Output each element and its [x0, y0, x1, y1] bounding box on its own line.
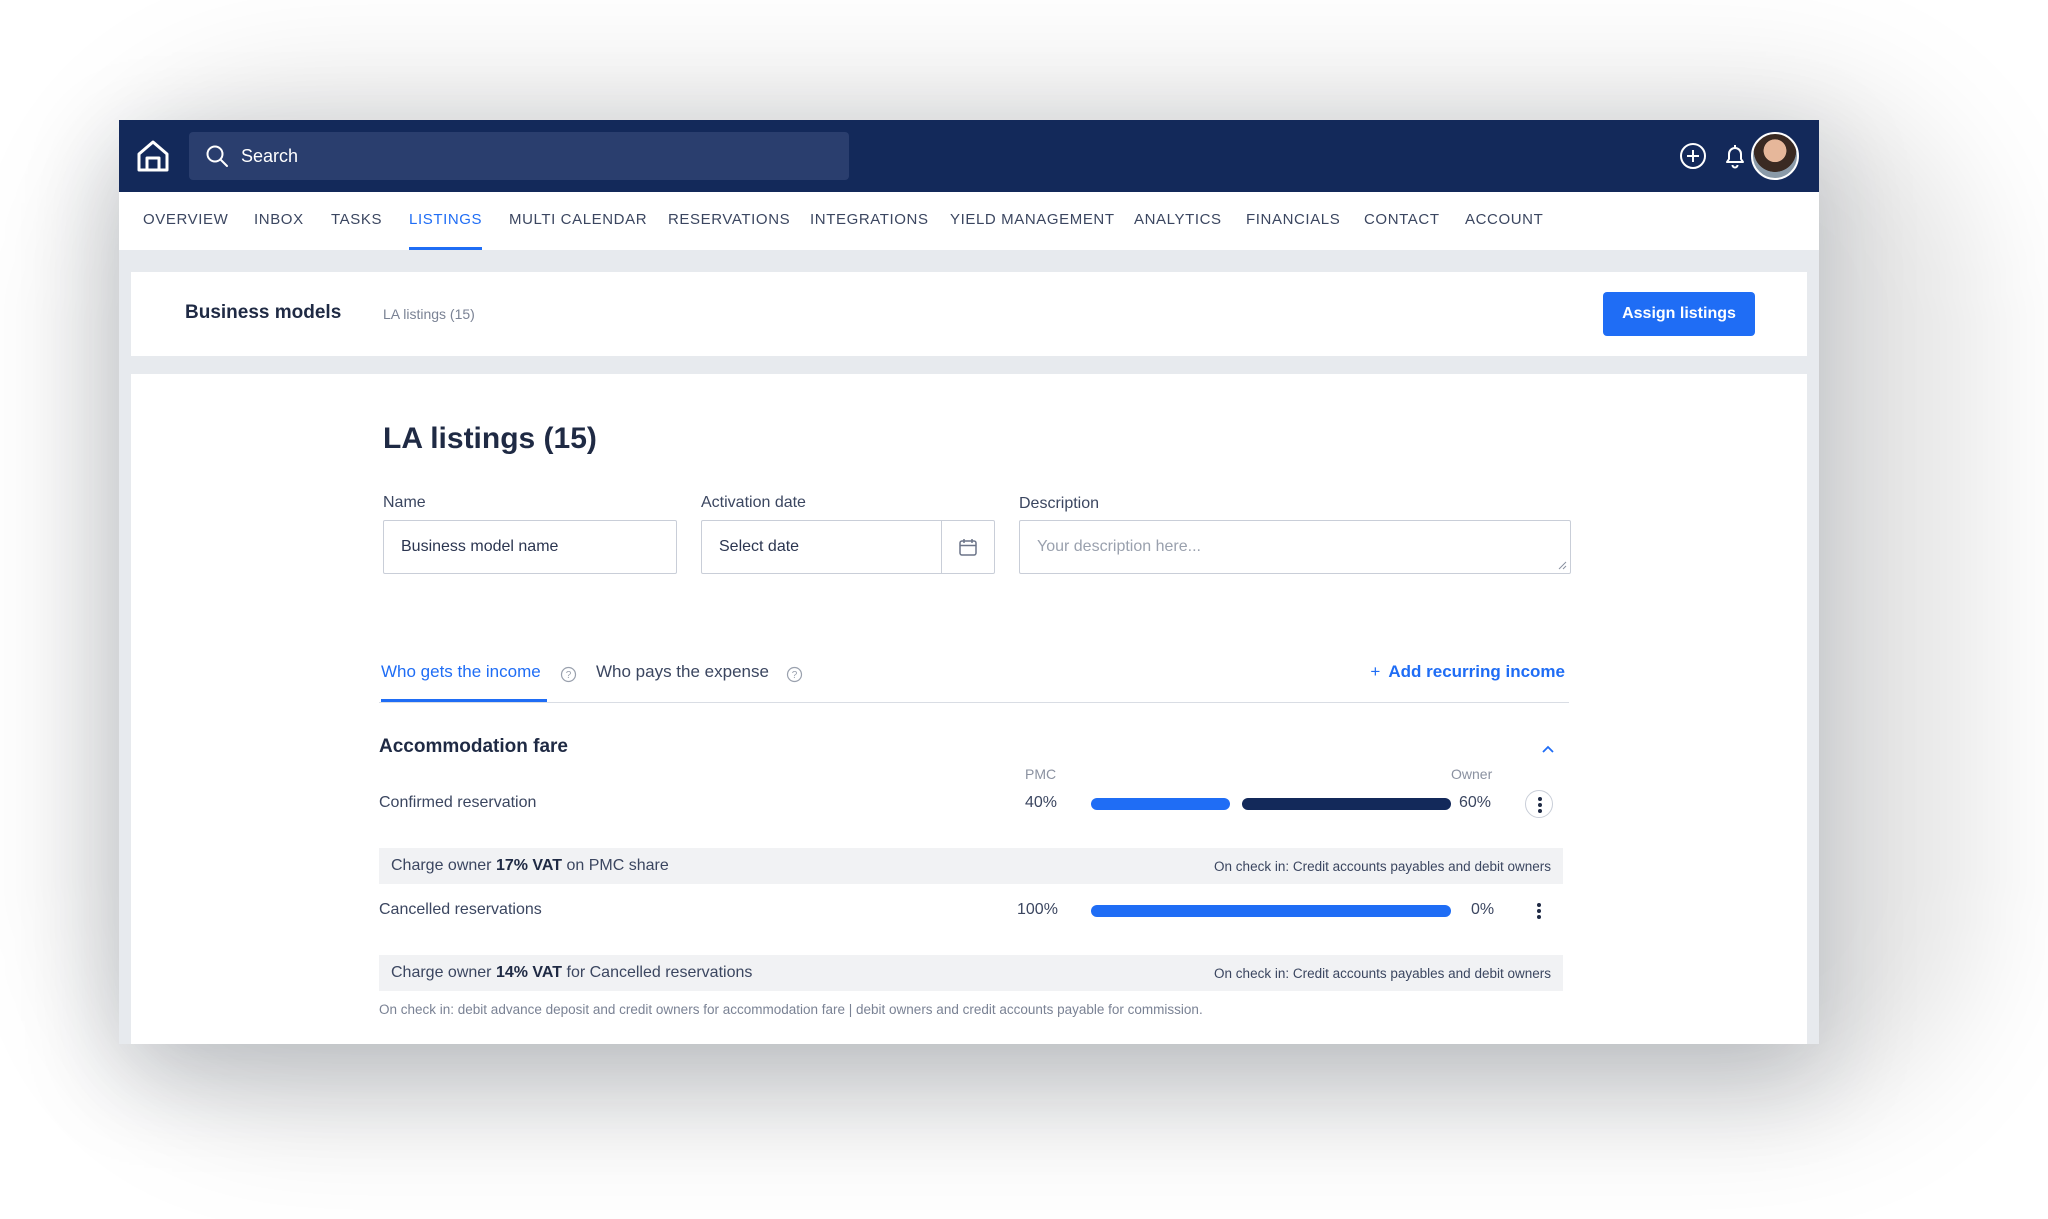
help-icon[interactable]: ?	[786, 666, 803, 683]
nav-item-account[interactable]: ACCOUNT	[1465, 192, 1543, 250]
vat-rule-text: Charge owner 14% VAT for Cancelled reser…	[391, 964, 753, 981]
income-expense-tabs: Who gets the income ? Who pays the expen…	[379, 644, 1569, 703]
app-window: Search OVERVIEW INBOX TASKS LISTINGS MUL…	[119, 120, 1819, 1044]
pmc-percent: 40%	[1025, 794, 1058, 811]
name-field-value: Business model name	[401, 538, 559, 555]
description-placeholder: Your description here...	[1037, 538, 1201, 555]
help-icon[interactable]: ?	[560, 666, 577, 683]
pmc-percent: 100%	[1017, 901, 1058, 918]
row-label-cancelled: Cancelled reservations	[379, 901, 542, 918]
footnote: On check in: debit advance deposit and c…	[379, 1002, 1203, 1017]
resize-handle-icon[interactable]	[1557, 560, 1567, 570]
assign-listings-button[interactable]: Assign listings	[1603, 292, 1755, 336]
search-bar[interactable]: Search	[189, 132, 849, 180]
nav-item-listings[interactable]: LISTINGS	[409, 192, 483, 250]
owner-caption: Owner	[1451, 766, 1493, 782]
breadcrumb[interactable]: LA listings (15)	[383, 306, 475, 322]
home-logo-icon[interactable]	[135, 138, 171, 174]
active-tab-indicator	[381, 699, 547, 702]
nav-item-analytics[interactable]: ANALYTICS	[1134, 192, 1222, 250]
owner-share-bar[interactable]	[1242, 798, 1451, 810]
page-title: LA listings (15)	[383, 422, 597, 455]
row-label-confirmed: Confirmed reservation	[379, 794, 537, 811]
vat-rule-note: On check in: Credit accounts payables an…	[1214, 859, 1551, 874]
more-vertical-icon[interactable]	[1525, 790, 1553, 818]
name-label: Name	[383, 494, 426, 511]
owner-percent: 60%	[1459, 794, 1492, 811]
vat-rule-note: On check in: Credit accounts payables an…	[1214, 966, 1551, 981]
name-field[interactable]: Business model name	[383, 520, 677, 574]
svg-text:?: ?	[792, 670, 798, 681]
more-vertical-icon[interactable]	[1525, 897, 1553, 925]
vat-rule-row: Charge owner 17% VAT on PMC share On che…	[379, 848, 1563, 884]
tab-who-gets-income[interactable]: Who gets the income	[381, 662, 541, 682]
pmc-share-bar[interactable]	[1091, 798, 1230, 810]
bell-icon[interactable]	[1721, 142, 1749, 170]
nav-item-inbox[interactable]: INBOX	[254, 192, 304, 250]
nav-item-tasks[interactable]: TASKS	[331, 192, 382, 250]
nav-item-financials[interactable]: FINANCIALS	[1246, 192, 1340, 250]
nav-item-multi-calendar[interactable]: MULTI CALENDAR	[509, 192, 647, 250]
pmc-caption: PMC	[1025, 766, 1057, 782]
nav-item-integrations[interactable]: INTEGRATIONS	[810, 192, 929, 250]
pmc-share-bar[interactable]	[1091, 905, 1451, 917]
activation-date-label: Activation date	[701, 494, 806, 511]
nav-item-yield-management[interactable]: YIELD MANAGEMENT	[950, 192, 1115, 250]
plus-icon: +	[1370, 662, 1381, 681]
description-field[interactable]: Your description here...	[1019, 520, 1571, 574]
add-recurring-income-link[interactable]: + Add recurring income	[1370, 662, 1565, 682]
avatar[interactable]	[1751, 132, 1799, 180]
calendar-icon	[959, 539, 977, 556]
vat-rule-text: Charge owner 17% VAT on PMC share	[391, 857, 669, 874]
tab-who-pays-expense[interactable]: Who pays the expense	[596, 662, 769, 682]
calendar-button[interactable]	[941, 521, 994, 573]
search-icon	[206, 145, 228, 167]
plus-circle-icon[interactable]	[1679, 142, 1707, 170]
svg-text:?: ?	[566, 670, 572, 681]
top-actions	[1679, 120, 1799, 192]
vat-rule-row: Charge owner 14% VAT for Cancelled reser…	[379, 955, 1563, 991]
search-input[interactable]: Search	[241, 146, 298, 167]
owner-percent: 0%	[1471, 901, 1495, 918]
chevron-up-icon[interactable]	[1539, 740, 1557, 758]
main-nav: OVERVIEW INBOX TASKS LISTINGS MULTI CALE…	[119, 192, 1819, 250]
nav-item-overview[interactable]: OVERVIEW	[143, 192, 228, 250]
top-bar: Search	[119, 120, 1819, 192]
section-title: Accommodation fare	[379, 736, 568, 757]
nav-item-contact[interactable]: CONTACT	[1364, 192, 1440, 250]
activation-date-value: Select date	[719, 538, 800, 555]
activation-date-field[interactable]: Select date	[701, 520, 995, 574]
page-header-title: Business models	[185, 302, 342, 323]
page-header: Business models LA listings (15) Assign …	[131, 272, 1807, 356]
add-recurring-income-label: Add recurring income	[1388, 662, 1565, 681]
nav-item-reservations[interactable]: RESERVATIONS	[668, 192, 790, 250]
description-label: Description	[1019, 495, 1100, 512]
business-model-form: LA listings (15) Name Business model nam…	[131, 374, 1807, 1044]
